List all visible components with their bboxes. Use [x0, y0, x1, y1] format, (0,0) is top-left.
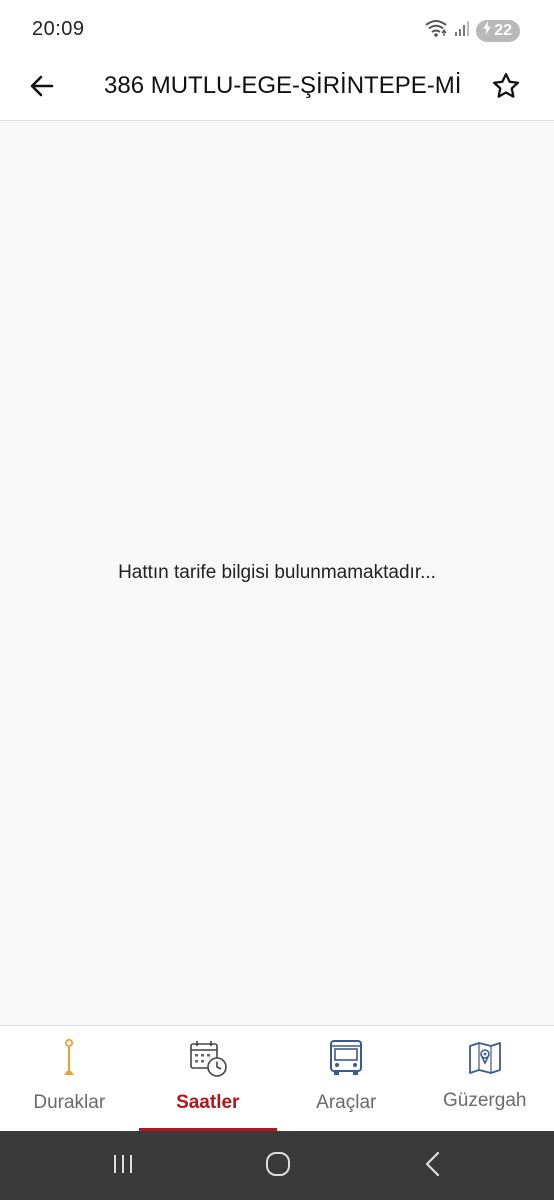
arrow-left-icon — [28, 72, 56, 105]
schedule-content: Hattın tarife bilgisi bulunmamaktadır... — [0, 121, 554, 1025]
tab-label: Güzergah — [443, 1090, 527, 1111]
tab-araclar[interactable]: Araçlar — [277, 1026, 416, 1132]
back-button[interactable] — [22, 68, 62, 108]
back-icon — [423, 1151, 443, 1182]
empty-state-message: Hattın tarife bilgisi bulunmamaktadır... — [118, 562, 436, 583]
wifi-icon — [424, 18, 448, 43]
recents-icon — [111, 1153, 135, 1180]
star-outline-icon — [491, 71, 521, 106]
battery-indicator: 22 — [476, 19, 520, 42]
system-navigation-bar — [0, 1131, 554, 1200]
app-bar: 386 MUTLU-EGE-ŞİRİNTEPE-Mİ — [0, 58, 554, 121]
battery-charging-icon — [482, 20, 492, 41]
battery-level: 22 — [494, 21, 512, 39]
home-icon — [265, 1151, 291, 1182]
tab-label: Duraklar — [33, 1092, 106, 1113]
favorite-button[interactable] — [486, 68, 526, 108]
tab-saatler[interactable]: Saatler — [138, 1026, 277, 1132]
system-back-button[interactable] — [413, 1149, 453, 1183]
recents-button[interactable] — [103, 1149, 143, 1183]
signal-icon — [454, 19, 470, 42]
route-map-icon — [465, 1038, 505, 1078]
page-title: 386 MUTLU-EGE-ŞİRİNTEPE-Mİ — [104, 72, 462, 99]
status-bar: 20:09 22 — [0, 0, 554, 58]
calendar-clock-icon — [188, 1038, 228, 1078]
bus-stop-icon — [49, 1038, 89, 1078]
tab-label: Araçlar — [316, 1092, 377, 1113]
tab-duraklar[interactable]: Duraklar — [0, 1026, 139, 1132]
bus-icon — [326, 1038, 366, 1078]
status-icons: 22 — [424, 18, 520, 43]
status-time: 20:09 — [32, 18, 85, 40]
tab-guzergah[interactable]: Güzergah — [416, 1026, 554, 1132]
bottom-navigation: Duraklar Saatler Araçlar Güzergah — [0, 1025, 554, 1132]
tab-label: Saatler — [176, 1092, 240, 1113]
home-button[interactable] — [258, 1149, 298, 1183]
